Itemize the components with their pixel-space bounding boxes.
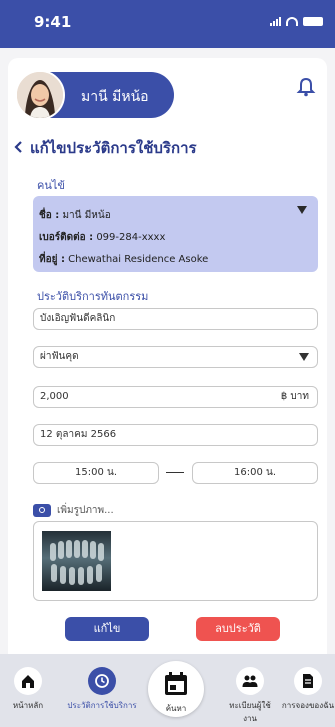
end-time-value: 16:00 น. [233,467,276,478]
clinic-value: บังเอิญฟันดีคลินิก [40,313,116,324]
delete-history-button[interactable]: ลบประวัติ [196,617,280,641]
dropdown-caret-icon [299,353,309,361]
page-title: แก้ไขประวัติการใช้บริการ [30,139,197,157]
nav-home-label: หน้าหลัก [12,701,44,710]
profile-chip[interactable]: มานี มีหน้อ [15,70,174,120]
start-time-value: 15:00 น. [74,467,117,478]
nav-search[interactable]: ค้นหา [148,661,204,717]
document-icon [294,667,322,695]
calendar-icon [148,670,204,702]
phone-label: เบอร์ติดต่อ : [39,232,94,243]
clinic-field[interactable]: บังเอิญฟันดีคลินิก [33,308,318,330]
nav-home[interactable]: หน้าหลัก [6,667,50,712]
user-name: มานี มีหน้อ [81,89,149,105]
nav-search-label: ค้นหา [165,704,187,713]
dropdown-caret-icon [297,206,307,214]
address-label: ที่อยู่ : [39,254,65,265]
date-value: 12 ตุลาคม 2566 [40,429,117,440]
status-time: 9:41 [34,13,72,31]
history-section-label: ประวัติบริการทันตกรรม [37,290,149,303]
name-label: ชื่อ : [39,210,60,221]
treatment-select[interactable]: ผ่าฟันคุด [33,346,318,368]
edit-button[interactable]: แก้ไข [65,617,149,641]
nav-booking-label: การจองของฉัน [281,701,335,710]
history-icon [88,667,116,695]
add-photo-label: เพิ่มรูปภาพ... [57,505,114,516]
nav-history[interactable]: ประวัติการใช้บริการ [60,667,144,712]
photo-container [33,521,318,601]
status-icons [270,17,323,26]
back-chevron-icon [14,139,22,157]
home-icon [14,667,42,695]
date-field[interactable]: 12 ตุลาคม 2566 [33,424,318,446]
add-photo-icon [33,504,51,517]
add-photo-button[interactable]: เพิ่มรูปภาพ... [33,503,114,518]
time-range-dash [166,472,184,473]
currency-label: ฿ บาท [280,391,309,402]
nav-register-label: ทะเบียนผู้ใช้งาน [229,701,271,723]
back-button[interactable]: แก้ไขประวัติการใช้บริการ [14,136,197,160]
patient-name: มานี มีหน้อ [62,210,111,221]
nav-register[interactable]: ทะเบียนผู้ใช้งาน [224,667,276,725]
patient-section-label: คนไข้ [37,179,65,192]
start-time-field[interactable]: 15:00 น. [33,462,159,484]
treatment-value: ผ่าฟันคุด [40,351,79,362]
status-bar: 9:41 [0,0,335,48]
patient-address: Chewathai Residence Asoke [68,254,209,265]
wifi-icon [286,17,298,26]
battery-icon [303,17,323,26]
patient-select[interactable]: ชื่อ : มานี มีหน้อ เบอร์ติดต่อ : 099-284… [33,196,318,272]
patient-phone: 099-284-xxxx [96,232,166,243]
xray-thumbnail[interactable] [42,531,111,591]
nav-booking[interactable]: การจองของฉัน [281,667,335,712]
price-field[interactable]: 2,000 ฿ บาท [33,386,318,408]
end-time-field[interactable]: 16:00 น. [192,462,318,484]
signal-icon [270,17,281,26]
users-icon [236,667,264,695]
avatar [15,70,65,120]
bell-icon[interactable] [296,76,316,98]
nav-history-label: ประวัติการใช้บริการ [67,701,137,710]
price-value: 2,000 [40,391,69,402]
